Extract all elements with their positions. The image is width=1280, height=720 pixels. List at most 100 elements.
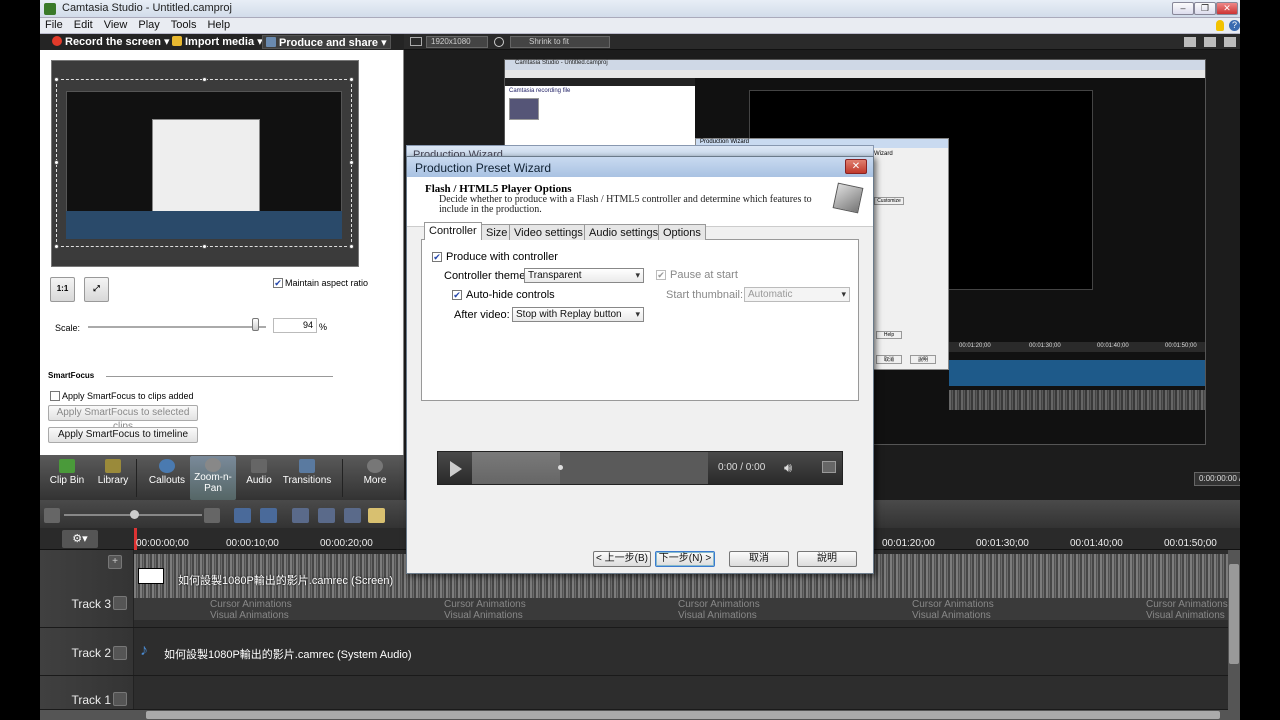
play-icon[interactable] bbox=[450, 461, 462, 477]
more-tab[interactable]: More bbox=[352, 457, 398, 499]
inner-tick: 00:01:20;00 bbox=[959, 343, 991, 349]
tip-bulb-icon[interactable] bbox=[1216, 20, 1224, 31]
produce-with-controller-checkbox[interactable]: ✔ bbox=[432, 252, 442, 262]
maximize-button[interactable]: ❐ bbox=[1194, 2, 1216, 15]
pause-at-start-checkbox[interactable]: ✔ bbox=[656, 270, 666, 280]
scale-slider[interactable] bbox=[88, 326, 266, 328]
vertical-scrollbar[interactable] bbox=[1228, 550, 1240, 710]
dialog-title: Production Preset Wizard bbox=[407, 157, 873, 177]
copy-icon[interactable] bbox=[344, 508, 361, 523]
full-screen-icon[interactable] bbox=[1224, 37, 1236, 47]
volume-icon[interactable]: 🔊︎ bbox=[784, 460, 792, 476]
apply-clips-added-checkbox[interactable] bbox=[50, 391, 60, 401]
vertical-scroll-thumb[interactable] bbox=[1229, 564, 1239, 664]
split-icon[interactable] bbox=[318, 508, 335, 523]
ruler-tick: 00:00:10;00 bbox=[226, 538, 279, 549]
resize-handle[interactable] bbox=[202, 244, 207, 249]
controller-theme-select[interactable]: Transparent bbox=[524, 268, 644, 283]
resize-handle[interactable] bbox=[349, 77, 354, 82]
lock-icon[interactable] bbox=[113, 692, 127, 706]
next-button[interactable]: 下一步(N) > bbox=[655, 551, 715, 567]
zoom-in-icon[interactable] bbox=[204, 508, 220, 523]
tab-audio-settings[interactable]: Audio settings bbox=[584, 224, 664, 240]
menu-help[interactable]: Help bbox=[202, 18, 236, 31]
resize-handle[interactable] bbox=[349, 244, 354, 249]
lock-icon[interactable] bbox=[113, 596, 127, 610]
crop-icon[interactable] bbox=[1184, 37, 1196, 47]
horizontal-scroll-thumb[interactable] bbox=[146, 711, 1220, 719]
tab-controller[interactable]: Controller bbox=[424, 222, 482, 240]
tab-video-settings[interactable]: Video settings bbox=[509, 224, 588, 240]
inner-wizard-title-2: Wizard bbox=[874, 151, 893, 157]
callouts-tab[interactable]: Callouts bbox=[144, 457, 190, 499]
record-screen-button[interactable]: Record the screen ▾ bbox=[52, 35, 170, 49]
auto-hide-checkbox[interactable]: ✔ bbox=[452, 290, 462, 300]
resize-handle[interactable] bbox=[54, 77, 59, 82]
track-2[interactable]: Track 2 ♪ 如何設製1080P輸出的影片.camrec (System … bbox=[40, 628, 1228, 676]
transitions-tab[interactable]: Transitions bbox=[282, 457, 332, 499]
track-label: Track 2 bbox=[71, 646, 111, 660]
scale-value-field[interactable]: 94 bbox=[273, 318, 317, 333]
fullscreen-icon[interactable] bbox=[822, 461, 836, 473]
horizontal-scrollbar[interactable] bbox=[40, 710, 1240, 720]
resize-handle[interactable] bbox=[202, 77, 207, 82]
lock-icon[interactable] bbox=[113, 646, 127, 660]
menu-view[interactable]: View bbox=[99, 18, 134, 31]
zoom-rectangle[interactable] bbox=[56, 79, 352, 247]
zoom-preview-thumbnail[interactable] bbox=[51, 60, 359, 267]
close-button[interactable]: ✕ bbox=[1216, 2, 1238, 15]
menu-edit[interactable]: Edit bbox=[69, 18, 99, 31]
timeline-zoom-thumb[interactable] bbox=[130, 510, 139, 519]
inner-menu bbox=[505, 70, 1205, 78]
seek-bar[interactable] bbox=[472, 452, 708, 484]
dialog-close-button[interactable]: ✕ bbox=[845, 159, 867, 174]
detach-icon[interactable] bbox=[1204, 37, 1216, 47]
redo-icon[interactable] bbox=[260, 508, 277, 523]
maintain-aspect-checkbox[interactable]: ✔ bbox=[273, 278, 283, 288]
zoom-out-icon[interactable] bbox=[44, 508, 60, 523]
after-video-select[interactable]: Stop with Replay button bbox=[512, 307, 644, 322]
minimize-button[interactable]: – bbox=[1172, 2, 1194, 15]
zoom-n-pan-label: Zoom-n- Pan bbox=[194, 472, 232, 494]
dialog-header: Flash / HTML5 Player Options Decide whet… bbox=[407, 177, 873, 227]
apply-selected-clips-button[interactable]: Apply SmartFocus to selected clips bbox=[48, 405, 198, 432]
dimensions-select[interactable]: 1920x1080 bbox=[426, 36, 488, 48]
apply-timeline-button[interactable]: Apply SmartFocus to timeline bbox=[48, 427, 198, 443]
seek-thumb[interactable] bbox=[558, 465, 563, 470]
inner-cancel-button: 取消 bbox=[876, 355, 902, 364]
menu-tools[interactable]: Tools bbox=[166, 18, 203, 31]
divider bbox=[106, 376, 333, 377]
clip-thumbnail bbox=[138, 568, 164, 584]
tab-size[interactable]: Size bbox=[481, 224, 513, 240]
menu-file[interactable]: File bbox=[40, 18, 69, 31]
produce-share-button[interactable]: Produce and share ▾ bbox=[262, 35, 391, 49]
zoom-select[interactable]: Shrink to fit bbox=[510, 36, 610, 48]
one-to-one-button[interactable]: 1:1 bbox=[50, 277, 75, 302]
track-1[interactable]: Track 1 bbox=[40, 676, 1228, 710]
zoom-n-pan-tab[interactable]: Zoom-n- Pan bbox=[190, 456, 236, 500]
production-preset-wizard-dialog: Production Preset Wizard ✕ Flash / HTML5… bbox=[406, 156, 874, 574]
resize-handle[interactable] bbox=[54, 244, 59, 249]
track-settings-gear-icon[interactable]: ⚙▾ bbox=[62, 530, 98, 548]
full-screen-button[interactable]: ⤢ bbox=[84, 277, 109, 302]
start-thumbnail-select[interactable]: Automatic bbox=[744, 287, 850, 302]
ruler-tick: 00:00:00;00 bbox=[136, 538, 189, 549]
library-tab[interactable]: Library bbox=[90, 457, 136, 499]
scale-slider-thumb[interactable] bbox=[252, 318, 260, 331]
tab-options[interactable]: Options bbox=[658, 224, 706, 240]
cancel-button[interactable]: 取消 bbox=[729, 551, 789, 567]
clip-bin-tab[interactable]: Clip Bin bbox=[44, 457, 90, 499]
paste-icon[interactable] bbox=[368, 508, 385, 523]
add-track-icon[interactable]: + bbox=[108, 555, 122, 569]
help-icon[interactable]: ? bbox=[1229, 20, 1240, 31]
back-button[interactable]: < 上一步(B) bbox=[593, 551, 651, 567]
help-button[interactable]: 說明 bbox=[797, 551, 857, 567]
undo-icon[interactable] bbox=[234, 508, 251, 523]
import-media-button[interactable]: Import media ▾ bbox=[172, 35, 263, 49]
menu-bar: File Edit View Play Tools Help ? bbox=[40, 18, 1240, 34]
menu-play[interactable]: Play bbox=[133, 18, 165, 31]
resize-handle[interactable] bbox=[54, 160, 59, 165]
cut-icon[interactable] bbox=[292, 508, 309, 523]
audio-tab[interactable]: Audio bbox=[236, 457, 282, 499]
resize-handle[interactable] bbox=[349, 160, 354, 165]
